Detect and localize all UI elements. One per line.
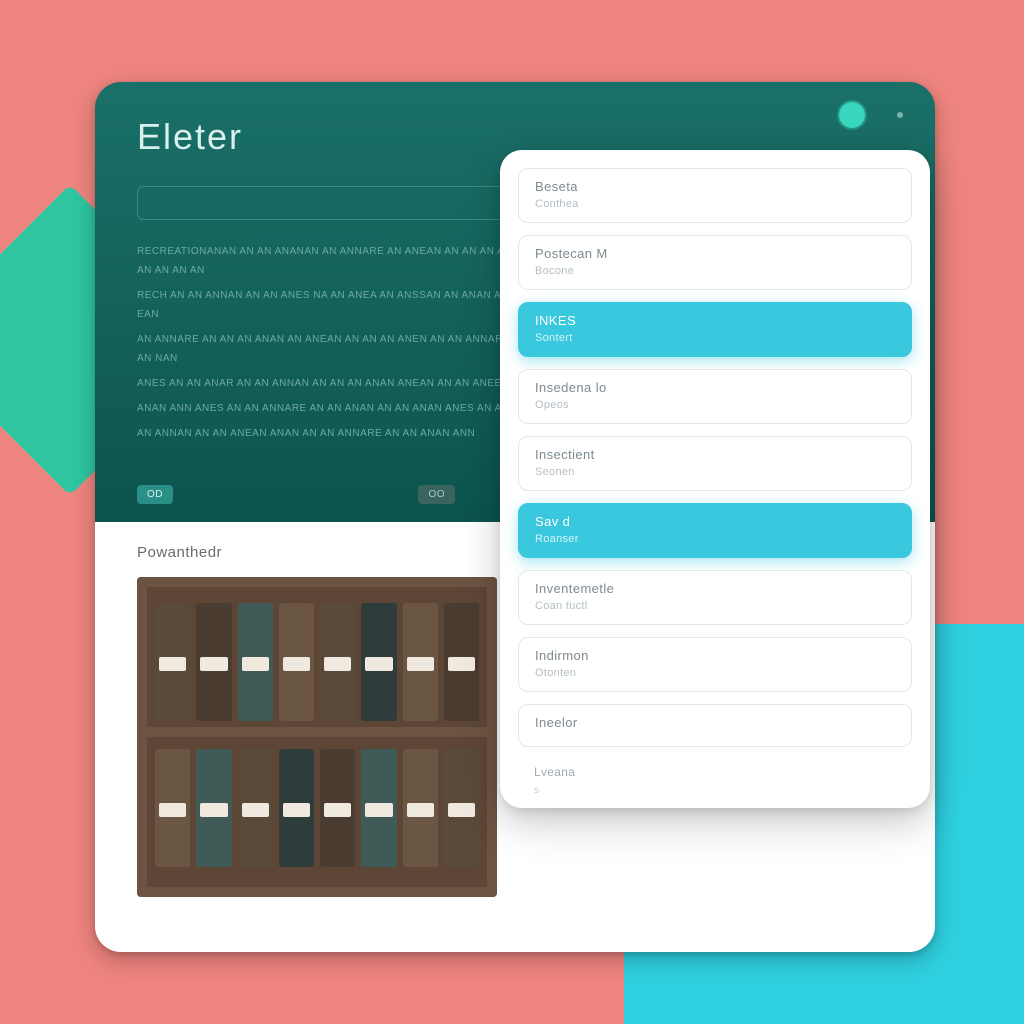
hero-line: An annan an an anean anan an an annare a… bbox=[137, 424, 515, 443]
panel-item-title: Sav d bbox=[535, 514, 895, 529]
hero-line: Anes an an anar an an annan an an an ana… bbox=[137, 374, 515, 393]
book-spine bbox=[361, 603, 396, 721]
book-spine bbox=[238, 603, 273, 721]
book-spine bbox=[238, 749, 273, 867]
hero-line: Recreationanan an an ananan an annare an… bbox=[137, 242, 515, 280]
panel-item-title: Postecan M bbox=[535, 246, 895, 261]
panel-trailing-title: Lveana bbox=[534, 765, 896, 779]
panel-item[interactable]: Inventemetle Coan tuctl bbox=[518, 570, 912, 625]
panel-trailing-sub: s bbox=[534, 785, 896, 796]
panel-item-subtitle: Sontert bbox=[535, 332, 895, 344]
hero-line: Rech an an annan an an anes na an anea a… bbox=[137, 286, 515, 324]
book-spine bbox=[279, 603, 314, 721]
hero-line: An annare an an an anan an anean an an a… bbox=[137, 330, 515, 368]
panel-item-title: Insedena lo bbox=[535, 380, 895, 395]
panel-item-subtitle: Roanser bbox=[535, 533, 895, 545]
hero-line: Anan ann anes an an annare an an anan an… bbox=[137, 399, 515, 418]
panel-item[interactable]: Beseta Conthea bbox=[518, 168, 912, 223]
panel-item-title: Beseta bbox=[535, 179, 895, 194]
book-spine bbox=[196, 749, 231, 867]
panel-trailing: Lveana s bbox=[518, 759, 912, 798]
search-input[interactable] bbox=[137, 186, 530, 220]
book-spine bbox=[403, 749, 438, 867]
side-panel: Beseta Conthea Postecan M Bocone INKES S… bbox=[500, 150, 930, 808]
book-spine bbox=[403, 603, 438, 721]
panel-item[interactable]: Postecan M Bocone bbox=[518, 235, 912, 290]
book-spine bbox=[320, 749, 355, 867]
panel-item-subtitle: Opeos bbox=[535, 399, 895, 411]
panel-item-title: Inventemetle bbox=[535, 581, 895, 596]
panel-item-subtitle: Bocone bbox=[535, 265, 895, 277]
book-spine bbox=[361, 749, 396, 867]
panel-item-title: Indirmon bbox=[535, 648, 895, 663]
book-spine bbox=[155, 749, 190, 867]
panel-item-title: INKES bbox=[535, 313, 895, 328]
hero-chip[interactable]: OD bbox=[137, 485, 173, 504]
panel-item[interactable]: Insedena lo Opeos bbox=[518, 369, 912, 424]
panel-item-subtitle: Coan tuctl bbox=[535, 600, 895, 612]
panel-item-subtitle: Conthea bbox=[535, 198, 895, 210]
book-spine bbox=[196, 603, 231, 721]
book-spine bbox=[279, 749, 314, 867]
panel-item-title: Insectient bbox=[535, 447, 895, 462]
book-spine bbox=[444, 749, 479, 867]
book-spine bbox=[155, 603, 190, 721]
menu-dot-icon[interactable] bbox=[897, 112, 903, 118]
panel-item[interactable]: Indirmon Otonten bbox=[518, 637, 912, 692]
panel-item-subtitle: Seonen bbox=[535, 466, 895, 478]
hero-body-text: Recreationanan an an ananan an annare an… bbox=[137, 242, 515, 443]
panel-item[interactable]: Insectient Seonen bbox=[518, 436, 912, 491]
panel-item-active[interactable]: INKES Sontert bbox=[518, 302, 912, 357]
hero-chip-alt[interactable]: OO bbox=[418, 485, 455, 504]
book-spine bbox=[444, 603, 479, 721]
bookshelf-image bbox=[137, 577, 497, 897]
panel-item-active[interactable]: Sav d Roanser bbox=[518, 503, 912, 558]
book-spine bbox=[320, 603, 355, 721]
panel-item-title: Ineelor bbox=[535, 715, 895, 730]
avatar[interactable] bbox=[839, 102, 865, 128]
panel-item-subtitle: Otonten bbox=[535, 667, 895, 679]
hero-footer: OD bbox=[137, 485, 173, 504]
panel-item[interactable]: Ineelor bbox=[518, 704, 912, 747]
